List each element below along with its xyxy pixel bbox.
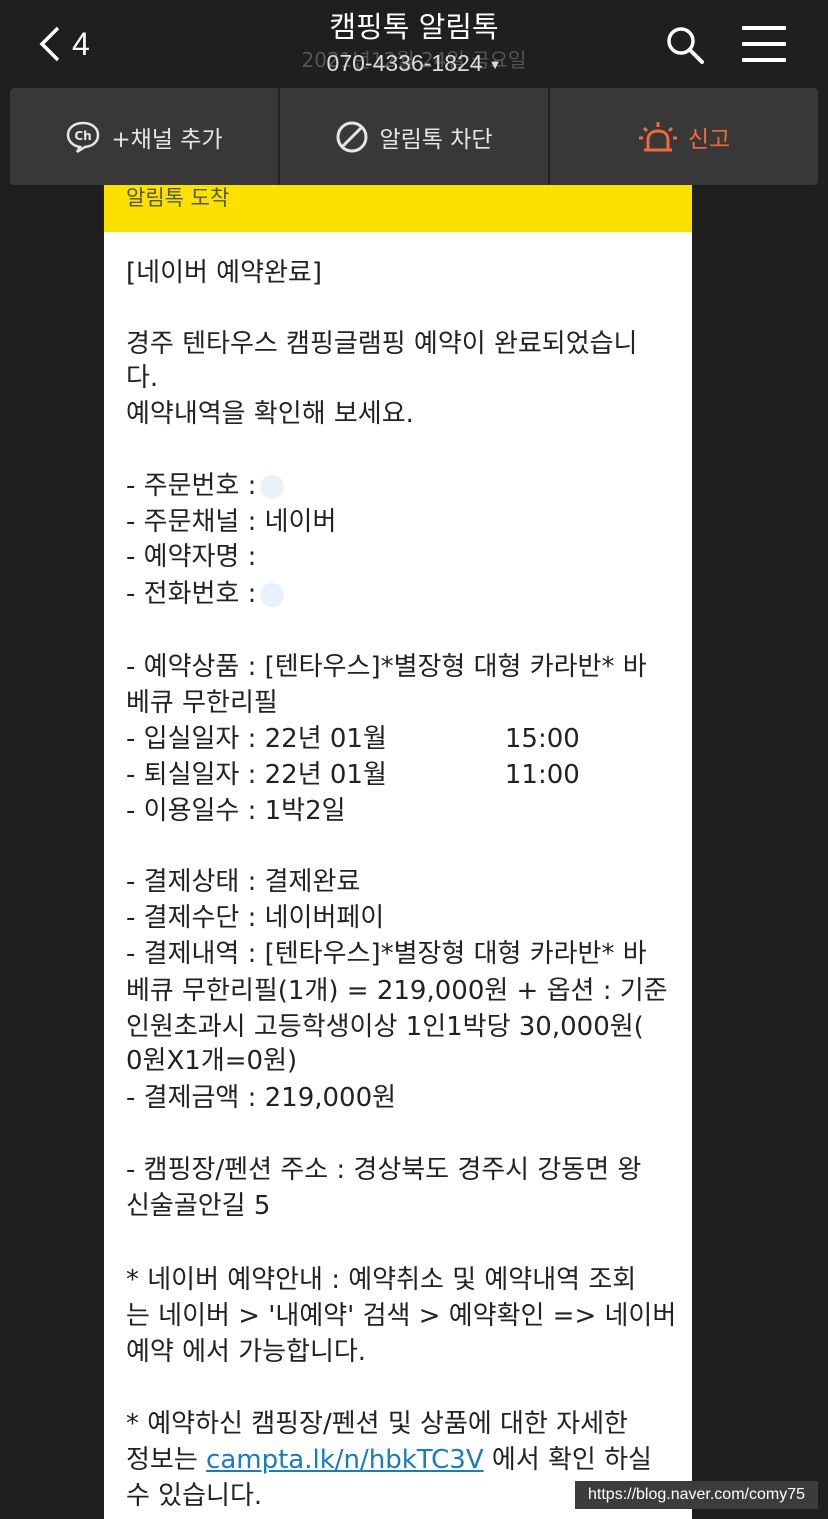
card-header: 알림톡 도착 [104, 185, 692, 232]
message-line: 는 네이버 > '내예약' 검색 > 예약확인 => 네이버 [126, 1301, 677, 1331]
message-line: 신술골안길 5 [126, 1191, 271, 1221]
message-line: - 결제금액 : 219,000원 [126, 1083, 397, 1113]
redacted-value [260, 474, 285, 499]
svg-text:Ch: Ch [75, 129, 92, 143]
block-button[interactable]: 알림톡 차단 [278, 88, 548, 185]
message-line: * 예약하신 캠핑장/펜션 및 상품에 대한 자세한 [126, 1409, 628, 1439]
message-line: 경주 텐타우스 캠핑글램핑 예약이 완료되었습니 [126, 329, 638, 359]
checkout-line: - 퇴실일자 : 22년 01월 11:00 [126, 760, 580, 790]
caret-down-icon: ▼ [488, 57, 502, 73]
chat-header: 4 2021년12월 24일 금요일 캠핑톡 알림톡 070-4336-1824… [0, 0, 828, 88]
search-button[interactable] [664, 24, 706, 66]
menu-icon [742, 26, 786, 30]
campta-link[interactable]: campta.lk/n/hbkTC3V [206, 1445, 484, 1475]
message-line: 0원X1개=0원) [126, 1046, 298, 1076]
message-line: - 결제상태 : 결제완료 [126, 867, 361, 897]
message-line: - 예약상품 : [텐타우스]*별장형 대형 카라반* 바 [126, 652, 647, 682]
link-line: 정보는 campta.lk/n/hbkTC3V 에서 확인 하실 [126, 1445, 652, 1475]
channel-icon: Ch [65, 120, 101, 154]
redacted-value [260, 582, 285, 607]
message-line: * 네이버 예약안내 : 예약취소 및 예약내역 조회 [126, 1265, 637, 1295]
channel-actions-bar: Ch +채널 추가 알림톡 차단 신고 [10, 88, 818, 185]
phone-line: - 전화번호 : [126, 577, 285, 611]
message-line: 수 있습니다. [126, 1481, 263, 1511]
checkin-time: 15:00 [504, 724, 580, 754]
message-line: - 이용일수 : 1박2일 [126, 796, 346, 826]
message-line: 베큐 무한리필(1개) = 219,000원 + 옵션 : 기준 [126, 976, 668, 1006]
order-number-line: - 주문번호 : [126, 469, 285, 503]
add-channel-label: +채널 추가 [111, 126, 223, 153]
message-line: - 캠핑장/펜션 주소 : 경상북도 경주시 강동면 왕 [126, 1155, 642, 1185]
report-label: 신고 [687, 126, 731, 153]
message-line: 베큐 무한리필 [126, 688, 278, 718]
blog-watermark: https://blog.naver.com/comy75 [575, 1481, 818, 1509]
add-channel-button[interactable]: Ch +채널 추가 [10, 88, 278, 185]
message-line: [네이버 예약완료] [126, 258, 322, 288]
block-label: 알림톡 차단 [379, 126, 493, 153]
message-line: 인원초과시 고등학생이상 1인1박당 30,000원( [126, 1012, 644, 1042]
checkin-line: - 입실일자 : 22년 01월 15:00 [126, 724, 580, 754]
message-line: 다. [126, 363, 159, 393]
message-line: - 결제수단 : 네이버페이 [126, 903, 385, 933]
menu-button[interactable] [742, 26, 786, 62]
message-line: - 결제내역 : [텐타우스]*별장형 대형 카라반* 바 [126, 939, 647, 969]
alimtalk-message-card: 알림톡 도착 [네이버 예약완료] 경주 텐타우스 캠핑글램핑 예약이 완료되었… [104, 185, 692, 1519]
report-button[interactable]: 신고 [548, 88, 818, 185]
search-icon [667, 27, 704, 64]
message-line: - 주문채널 : 네이버 [126, 507, 337, 537]
checkout-time: 11:00 [504, 760, 580, 790]
message-line: 예약내역을 확인해 보세요. [126, 399, 414, 429]
siren-icon [638, 120, 678, 154]
phone-number: 070-4336-1824 [326, 50, 483, 76]
message-line: 예약 에서 가능합니다. [126, 1337, 367, 1367]
booker-name-line: - 예약자명 : [126, 542, 257, 572]
block-icon [335, 120, 369, 154]
